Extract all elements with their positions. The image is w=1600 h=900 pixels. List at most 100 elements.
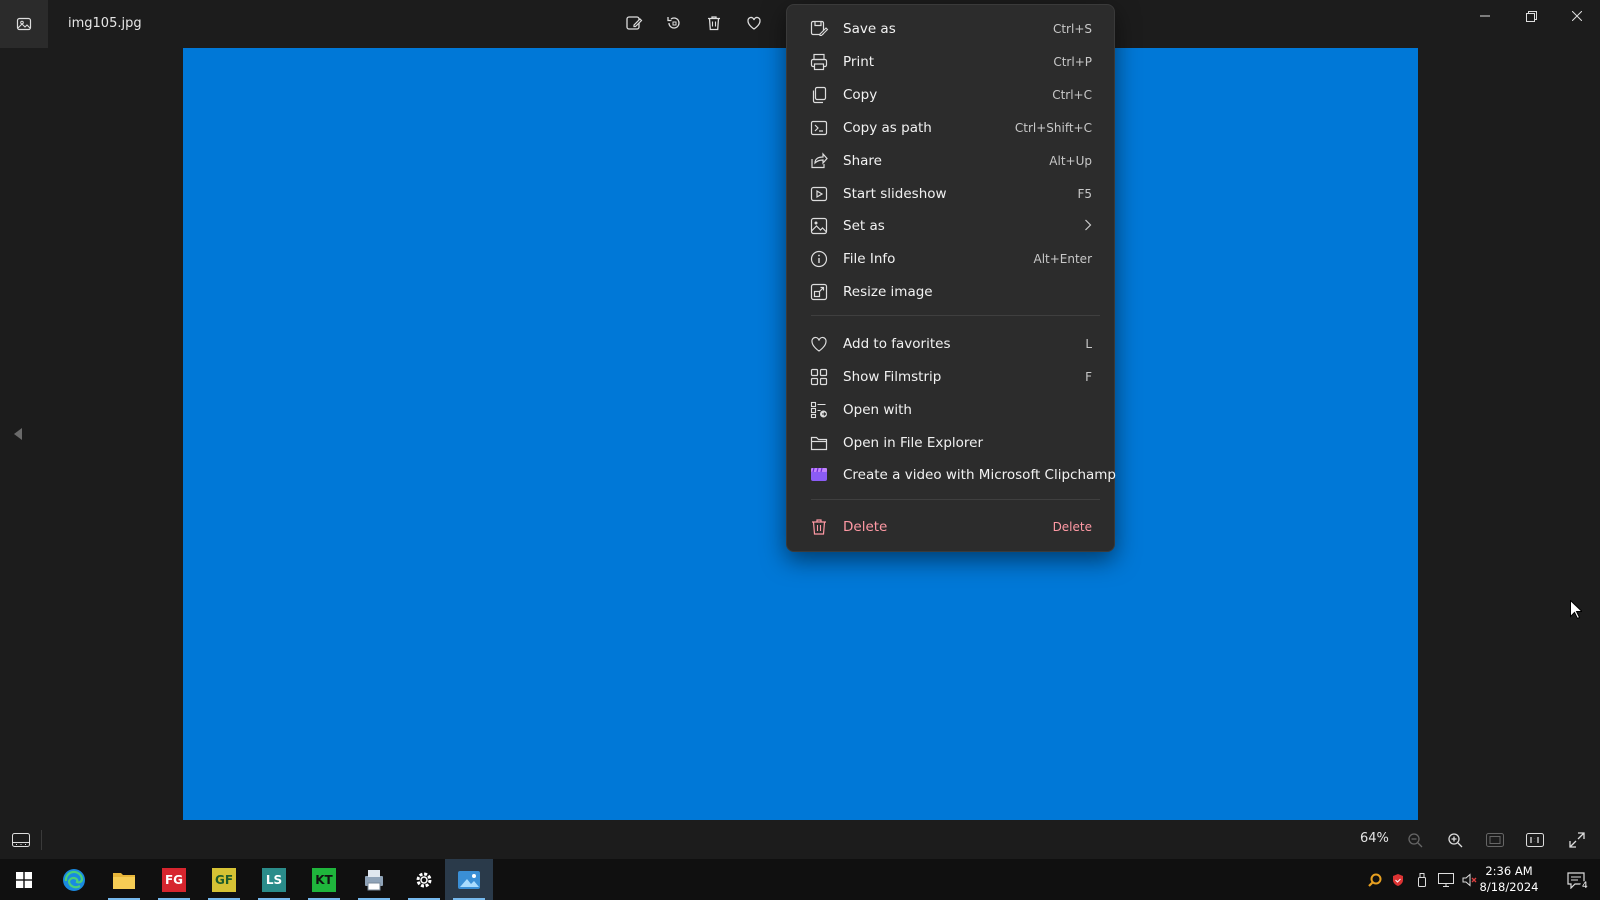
previous-image-icon[interactable] xyxy=(10,422,26,446)
menu-item-shortcut: Delete xyxy=(1052,520,1092,534)
menu-item-add-to-favorites[interactable]: Add to favorites L xyxy=(795,328,1108,360)
menu-item-label: Create a video with Microsoft Clipchamp xyxy=(843,467,1117,483)
delete-icon[interactable] xyxy=(702,11,726,35)
menu-item-label: Copy as path xyxy=(843,120,932,136)
file-explorer-icon[interactable] xyxy=(100,859,148,900)
mouse-cursor-icon xyxy=(1570,599,1584,623)
photos-icon[interactable] xyxy=(445,859,493,900)
app-kt-icon[interactable]: KT xyxy=(300,859,348,900)
menu-item-copy-as-path[interactable]: Copy as path Ctrl+Shift+C xyxy=(795,112,1108,144)
menu-item-shortcut: Ctrl+C xyxy=(1052,88,1092,102)
photos-app-icon[interactable] xyxy=(0,0,48,48)
app-printer-icon[interactable] xyxy=(350,859,398,900)
menu-item-label: Set as xyxy=(843,218,885,234)
menu-item-label: Open in File Explorer xyxy=(843,435,984,451)
clock-time: 2:36 AM xyxy=(1485,864,1533,878)
status-bar: 64% xyxy=(0,820,1600,859)
notification-count-badge: 4 xyxy=(1580,881,1590,891)
menu-item-copy[interactable]: Copy Ctrl+C xyxy=(795,79,1108,111)
open-with-icon xyxy=(809,400,829,420)
menu-item-label: Resize image xyxy=(843,284,933,300)
menu-item-label: Start slideshow xyxy=(843,186,947,202)
menu-item-shortcut: Ctrl+P xyxy=(1053,55,1092,69)
settings-icon[interactable] xyxy=(400,859,448,900)
menu-item-label: Save as xyxy=(843,21,896,37)
rotate-icon[interactable] xyxy=(662,11,686,35)
trash-icon xyxy=(809,517,829,537)
search-tray-icon[interactable] xyxy=(1364,873,1386,887)
window-controls xyxy=(1462,0,1600,32)
image-toolbar xyxy=(622,11,766,35)
menu-item-label: Add to favorites xyxy=(843,336,951,352)
menu-item-label: Delete xyxy=(843,519,888,535)
menu-item-label: Open with xyxy=(843,402,912,418)
menu-item-start-slideshow[interactable]: Start slideshow F5 xyxy=(795,178,1108,210)
folder-icon xyxy=(809,433,829,453)
restore-icon[interactable] xyxy=(1508,0,1554,32)
app-gf-icon[interactable]: GF xyxy=(200,859,248,900)
menu-item-label: Show Filmstrip xyxy=(843,369,942,385)
menu-item-save-as[interactable]: Save as Ctrl+S xyxy=(795,13,1108,45)
menu-item-shortcut: L xyxy=(1085,337,1092,351)
notifications-icon[interactable]: 4 xyxy=(1552,859,1600,900)
filmstrip-toggle-icon[interactable] xyxy=(10,829,32,851)
favorite-icon[interactable] xyxy=(742,11,766,35)
zoom-level[interactable]: 64% xyxy=(1360,831,1389,846)
heart-icon xyxy=(809,334,829,354)
system-tray xyxy=(1364,859,1482,900)
menu-item-shortcut: Alt+Enter xyxy=(1033,252,1092,266)
set-as-icon xyxy=(809,216,829,236)
menu-item-label: Share xyxy=(843,153,882,169)
taskbar-clock[interactable]: 2:36 AM 8/18/2024 xyxy=(1474,863,1544,895)
status-divider xyxy=(41,830,42,850)
info-icon xyxy=(809,249,829,269)
close-icon[interactable] xyxy=(1554,0,1600,32)
menu-item-print[interactable]: Print Ctrl+P xyxy=(795,46,1108,78)
photos-app-window: img105.jpg Save as Ctrl+S Print Ctrl+P C… xyxy=(0,0,1600,859)
usb-tray-icon[interactable] xyxy=(1410,872,1434,887)
security-tray-icon[interactable] xyxy=(1386,873,1410,887)
save-as-icon xyxy=(809,19,829,39)
share-icon xyxy=(809,151,829,171)
edge-icon[interactable] xyxy=(50,859,98,900)
menu-item-set-as[interactable]: Set as xyxy=(795,210,1108,242)
actual-size-icon[interactable] xyxy=(1524,829,1546,851)
chevron-right-icon xyxy=(1084,219,1092,234)
app-fg-icon[interactable]: FG xyxy=(150,859,198,900)
network-tray-icon[interactable] xyxy=(1434,872,1458,887)
menu-item-open-in-file-explorer[interactable]: Open in File Explorer xyxy=(795,427,1108,459)
menu-separator xyxy=(811,499,1100,500)
menu-item-share[interactable]: Share Alt+Up xyxy=(795,145,1108,177)
menu-item-shortcut: F5 xyxy=(1077,187,1092,201)
clock-date: 8/18/2024 xyxy=(1479,880,1539,894)
copy-icon xyxy=(809,85,829,105)
menu-separator xyxy=(811,315,1100,316)
zoom-in-icon[interactable] xyxy=(1444,829,1466,851)
zoom-out-icon[interactable] xyxy=(1404,829,1426,851)
menu-item-shortcut: F xyxy=(1085,370,1092,384)
resize-icon xyxy=(809,282,829,302)
menu-item-create-a-video-with-microsoft-clipchamp[interactable]: Create a video with Microsoft Clipchamp xyxy=(795,459,1116,491)
menu-item-label: Print xyxy=(843,54,875,70)
menu-item-resize-image[interactable]: Resize image xyxy=(795,276,1108,308)
start-icon[interactable] xyxy=(0,859,48,900)
taskbar: FG GF LS KT 2:36 AM 8/18/2024 4 xyxy=(0,859,1600,900)
context-menu: Save as Ctrl+S Print Ctrl+P Copy Ctrl+C Copy a… xyxy=(786,4,1116,552)
menu-item-file-info[interactable]: File Info Alt+Enter xyxy=(795,243,1108,275)
menu-item-delete[interactable]: Delete Delete xyxy=(795,511,1108,543)
fullscreen-icon[interactable] xyxy=(1566,829,1588,851)
filmstrip-icon xyxy=(809,367,829,387)
menu-item-open-with[interactable]: Open with xyxy=(795,394,1108,426)
menu-item-shortcut: Alt+Up xyxy=(1049,154,1092,168)
edit-image-icon[interactable] xyxy=(622,11,646,35)
minimize-icon[interactable] xyxy=(1462,0,1508,32)
file-name: img105.jpg xyxy=(68,16,142,31)
slideshow-icon xyxy=(809,184,829,204)
menu-item-shortcut: Ctrl+Shift+C xyxy=(1014,121,1092,135)
fit-to-window-icon[interactable] xyxy=(1484,829,1506,851)
menu-item-show-filmstrip[interactable]: Show Filmstrip F xyxy=(795,361,1108,393)
clipchamp-icon xyxy=(809,465,829,485)
menu-item-label: Copy xyxy=(843,87,878,103)
menu-item-label: File Info xyxy=(843,251,896,267)
app-ls-icon[interactable]: LS xyxy=(250,859,298,900)
